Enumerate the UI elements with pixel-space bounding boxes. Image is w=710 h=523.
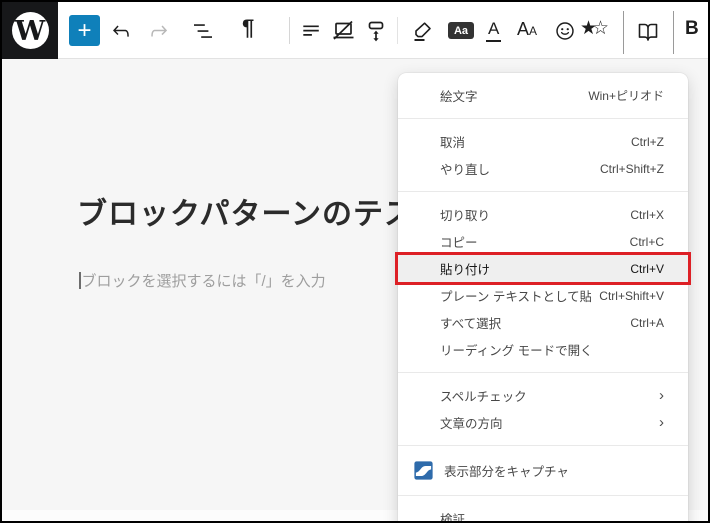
menu-item-label: コピー: [440, 232, 622, 251]
block-placeholder[interactable]: ブロックを選択するには「/」を入力: [79, 270, 326, 291]
menu-item-shortcut: Ctrl+V: [630, 262, 664, 276]
menu-item-label: 切り取り: [440, 205, 622, 224]
wordpress-logo-icon: W: [12, 12, 49, 49]
reading-view-button[interactable]: [636, 19, 660, 43]
menu-separator: [398, 445, 688, 446]
menu-item-shortcut: Win+ピリオド: [588, 87, 664, 104]
star-filled-icon: ★: [580, 18, 592, 39]
menu-item-spell-check[interactable]: スペルチェック ›: [398, 382, 688, 409]
menu-separator: [398, 191, 688, 192]
editor-toolbar: W + ¶: [2, 2, 708, 59]
menu-separator: [398, 495, 688, 496]
block-placeholder-text: ブロックを選択するには「/」を入力: [82, 273, 326, 290]
list-view-icon: [191, 19, 215, 43]
app-window: W + ¶: [0, 0, 710, 523]
bold-button[interactable]: B: [685, 18, 699, 40]
menu-item-label: やり直し: [440, 159, 592, 178]
smiley-icon: [554, 20, 576, 42]
menu-item-reading-mode[interactable]: リーディング モードで開く: [398, 336, 688, 363]
font-size-big-glyph: A: [517, 19, 529, 40]
font-size-small-glyph: A: [529, 24, 537, 38]
undo-icon: [109, 19, 133, 43]
menu-item-cut[interactable]: 切り取り Ctrl+X: [398, 201, 688, 228]
menu-item-paste[interactable]: 貼り付け Ctrl+V: [398, 255, 688, 282]
menu-item-inspect[interactable]: 検証: [398, 505, 688, 523]
context-menu: 絵文字 Win+ピリオド取消 Ctrl+Z やり直し Ctrl+Shift+Z 切り取り C…: [398, 73, 688, 523]
menu-item-copy[interactable]: コピー Ctrl+C: [398, 228, 688, 255]
pilcrow-button[interactable]: ¶: [242, 15, 254, 41]
menu-item-label: 貼り付け: [440, 259, 622, 278]
menu-item-paste-plain[interactable]: プレーン テキストとして貼り付ける Ctrl+Shift+V: [398, 282, 688, 309]
monitor-slash-icon: [330, 18, 356, 44]
toolbar-separator: [623, 11, 624, 54]
menu-item-label: 取消: [440, 132, 623, 151]
menu-item-emoji[interactable]: 絵文字 Win+ピリオド: [398, 82, 688, 109]
menu-item-shortcut: Ctrl+X: [630, 208, 664, 222]
favorites-button[interactable]: ★☆: [580, 17, 604, 40]
menu-item-web-capture[interactable]: 表示部分をキャプチャ: [398, 455, 688, 486]
underline-button[interactable]: A: [486, 19, 501, 42]
menu-item-label: リーディング モードで開く: [440, 340, 664, 359]
emoji-button[interactable]: [554, 19, 576, 43]
menu-item-label: すべて選択: [440, 313, 622, 332]
wordpress-logo-button[interactable]: W: [2, 2, 58, 59]
document-overview-button[interactable]: [191, 19, 215, 43]
submenu-chevron-icon: ›: [659, 415, 664, 430]
menu-item-undo[interactable]: 取消 Ctrl+Z: [398, 128, 688, 155]
menu-item-shortcut: Ctrl+A: [630, 316, 664, 330]
star-outline-icon: ☆: [592, 18, 604, 39]
menu-item-label: 検証: [440, 509, 664, 523]
align-text-button[interactable]: [299, 19, 323, 43]
submenu-chevron-icon: ›: [659, 388, 664, 403]
add-block-button[interactable]: +: [69, 15, 100, 46]
font-size-button[interactable]: AA: [517, 19, 537, 40]
menu-item-label: 表示部分をキャプチャ: [444, 461, 664, 480]
menu-item-label: プレーン テキストとして貼り付ける: [440, 286, 591, 305]
menu-item-shortcut: Ctrl+C: [630, 235, 664, 249]
menu-item-shortcut: Ctrl+Shift+V: [599, 289, 664, 303]
undo-button[interactable]: [109, 19, 133, 43]
inking-disabled-button[interactable]: [330, 19, 356, 43]
web-capture-icon: [414, 461, 433, 480]
text-style-button[interactable]: Aa: [448, 22, 474, 39]
menu-separator: [398, 372, 688, 373]
highlighter-icon: [411, 19, 435, 43]
redo-button[interactable]: [147, 19, 171, 43]
toolbar-separator: [397, 17, 398, 44]
highlighter-button[interactable]: [411, 19, 435, 43]
open-book-icon: [636, 19, 660, 43]
align-left-icon: [299, 19, 323, 43]
menu-item-shortcut: Ctrl+Z: [631, 135, 664, 149]
text-caret: [79, 272, 81, 289]
menu-item-label: スペルチェック: [440, 386, 651, 405]
menu-item-shortcut: Ctrl+Shift+Z: [600, 162, 664, 176]
post-title[interactable]: ブロックパターンのテスト: [77, 189, 446, 233]
height-adjust-icon: [364, 19, 388, 43]
menu-item-text-direction[interactable]: 文章の方向 ›: [398, 409, 688, 436]
toolbar-separator: [673, 11, 674, 54]
menu-separator: [398, 118, 688, 119]
menu-item-label: 文章の方向: [440, 413, 651, 432]
toolbar-separator: [289, 17, 290, 44]
line-height-button[interactable]: [364, 19, 388, 43]
redo-icon: [147, 19, 171, 43]
menu-item-label: 絵文字: [440, 86, 580, 105]
menu-item-redo[interactable]: やり直し Ctrl+Shift+Z: [398, 155, 688, 182]
menu-item-select-all[interactable]: すべて選択 Ctrl+A: [398, 309, 688, 336]
